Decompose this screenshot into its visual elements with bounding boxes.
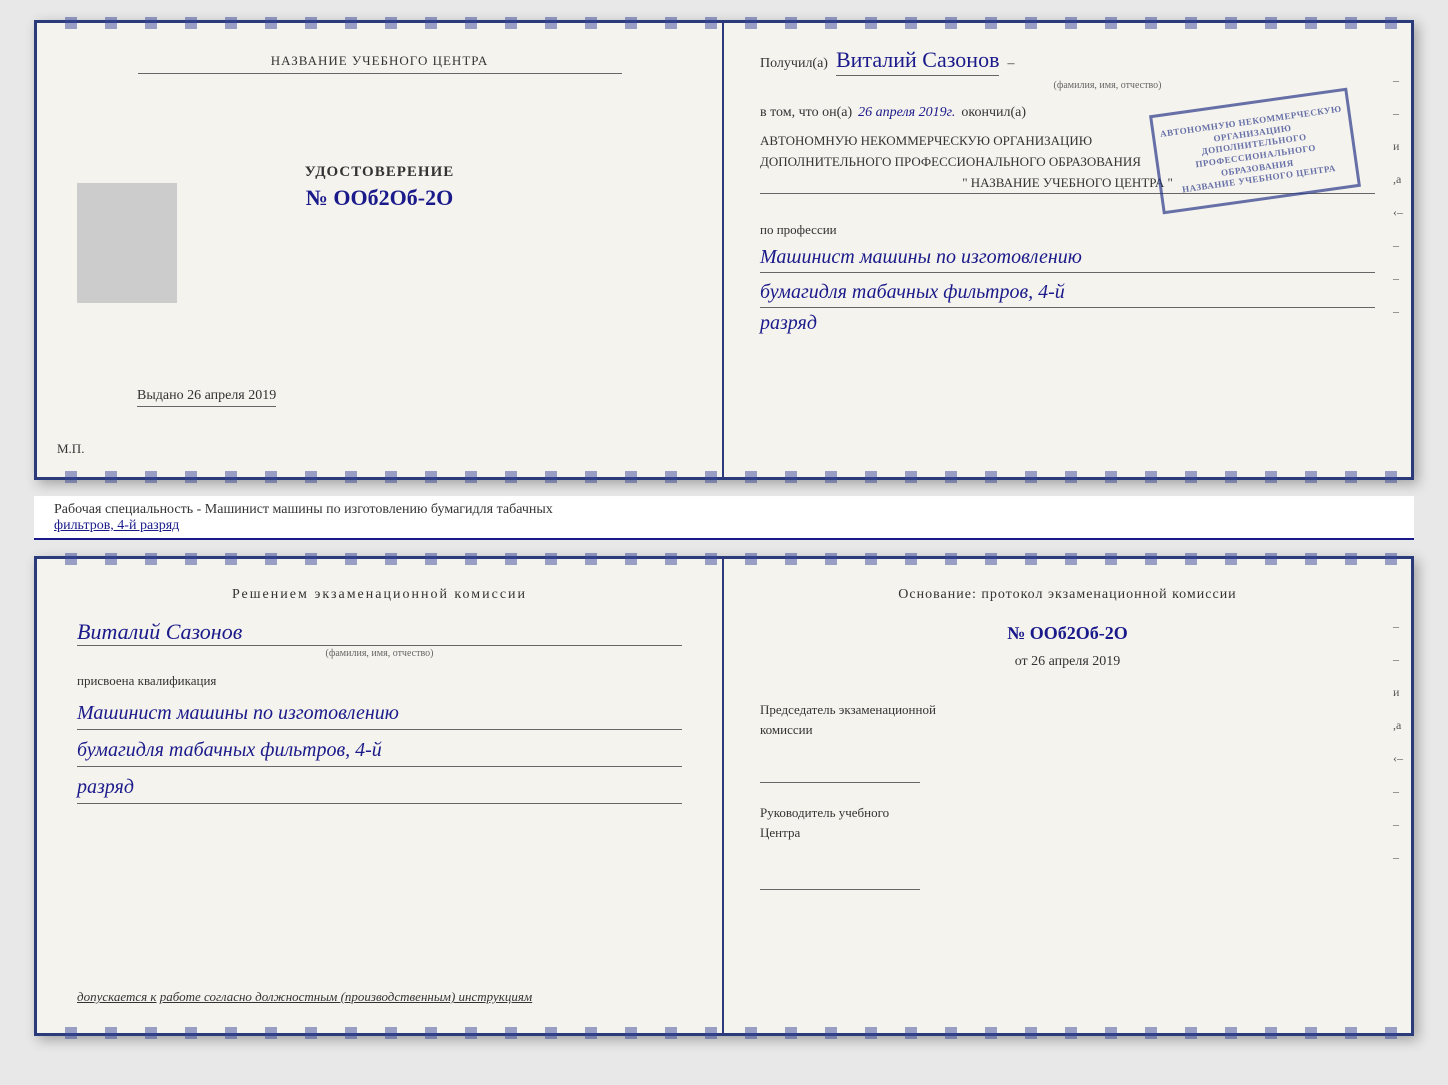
certificate-number: № ООб2Об-2О [305,185,455,211]
bottom-left-page: Решением экзаменационной комиссии Витали… [37,559,724,1033]
predsedatel-block: Председатель экзаменационной комиссии [760,700,1375,783]
predsedatel-label: Председатель экзаменационной комиссии [760,700,1375,739]
left-page: НАЗВАНИЕ УЧЕБНОГО ЦЕНТРА УДОСТОВЕРЕНИЕ №… [37,23,724,477]
po-professii-label: по профессии [760,222,1375,238]
side-marks: – – и ,а ‹– – – – [1393,73,1403,319]
dopuskaetsya-prefix: допускается к [77,989,157,1004]
ot-date: от 26 апреля 2019 [760,654,1375,670]
caption-line2: фильтров, 4-й разряд [54,518,1394,534]
prisvoyena-label: присвоена квалификация [77,673,682,689]
right-page: Получил(а) Виталий Сазонов – (фамилия, и… [724,23,1411,477]
vydano-date-line: Выдано 26 апреля 2019 [137,388,276,407]
komissia-title: Решением экзаменационной комиссии [77,587,682,603]
rukovoditel-label: Руководитель учебного Центра [760,803,1375,842]
hw-profession-line1: Машинист машины по изготовлению [77,697,682,730]
protocol-number: № ООб2Об-2О [760,623,1375,644]
hw-razryad: разряд [77,771,682,804]
training-center-label: НАЗВАНИЕ УЧЕБНОГО ЦЕНТРА [138,53,622,74]
vtom-date: 26 апреля 2019г. [858,105,955,121]
stamp-text: АВТОНОМНУЮ НЕКОММЕРЧЕСКУЮОРГАНИЗАЦИЮДОПО… [1159,104,1350,199]
ot-date-value: 26 апреля 2019 [1031,654,1120,669]
caption-strip: Рабочая специальность - Машинист машины … [34,496,1414,540]
komissia-fio-label: (фамилия, имя, отчество) [77,648,682,659]
komissia-name: Виталий Сазонов [77,619,682,646]
dopuskaetsya-block: допускается к работе согласно должностны… [77,989,682,1005]
profession-line1: Машинист машины по изготовлению [760,242,1375,273]
profession-line2: бумагидля табачных фильтров, 4-й [760,277,1375,308]
vtom-prefix: в том, что он(а) [760,105,852,121]
certificate-document: НАЗВАНИЕ УЧЕБНОГО ЦЕНТРА УДОСТОВЕРЕНИЕ №… [34,20,1414,480]
ot-label: от [1015,654,1028,669]
vydano-date: 26 апреля 2019 [187,388,276,403]
mp-label: М.П. [57,441,84,457]
osnovanie-title: Основание: протокол экзаменационной коми… [760,587,1375,603]
razryad: разряд [760,312,1375,335]
hw-profession-line2: бумагидля табачных фильтров, 4-й [77,734,682,767]
recipient-line: Получил(а) Виталий Сазонов – [760,47,1375,76]
udostoverenie-title: УДОСТОВЕРЕНИЕ [305,164,455,181]
caption-line1: Рабочая специальность - Машинист машины … [54,502,1394,518]
qualification-document: Решением экзаменационной комиссии Витали… [34,556,1414,1036]
stamp-block: АВТОНОМНУЮ НЕКОММЕРЧЕСКУЮОРГАНИЗАЦИЮДОПО… [760,131,1375,204]
udostoverenie-block: УДОСТОВЕРЕНИЕ № ООб2Об-2О [305,164,455,211]
bottom-right-page: Основание: протокол экзаменационной коми… [724,559,1411,1033]
rukovoditel-signature-line [760,866,920,890]
dopuskaetsya-text: работе согласно должностным (производств… [160,989,532,1004]
recipient-prefix: Получил(а) [760,56,828,72]
fio-label: (фамилия, имя, отчество) [840,80,1375,91]
vydano-label: Выдано [137,388,184,403]
bottom-side-marks: – – и ,а ‹– – – – [1393,619,1403,865]
predsedatel-signature-line [760,759,920,783]
photo-placeholder [77,183,177,303]
recipient-name: Виталий Сазонов [836,47,999,76]
recipient-dash: – [1007,56,1014,72]
okonchil-label: окончил(а) [961,105,1026,121]
qualification-block: Машинист машины по изготовлению бумагидл… [77,697,682,808]
vydano-block: Выдано 26 апреля 2019 [77,386,682,447]
